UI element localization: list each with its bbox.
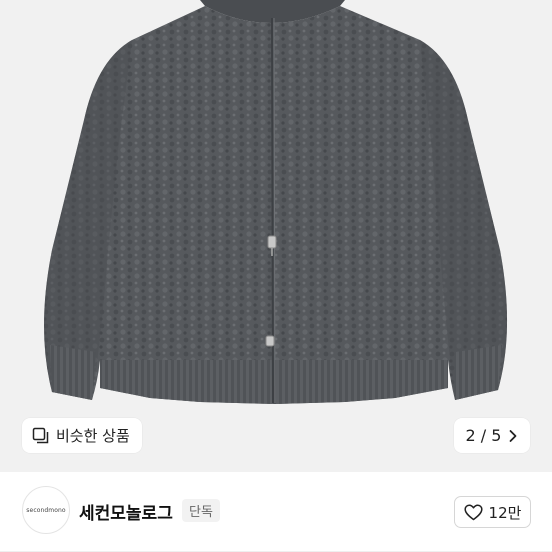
similar-items-button[interactable]: 비슷한 상품 — [22, 418, 142, 453]
like-count: 12만 — [488, 503, 522, 522]
product-photo — [44, 0, 508, 404]
like-button[interactable]: 12만 — [454, 496, 531, 528]
image-pager[interactable]: 2 / 5 — [454, 418, 530, 453]
similar-items-label: 비슷한 상품 — [56, 427, 130, 445]
pager-text: 2 / 5 — [465, 426, 502, 445]
chevron-right-icon — [510, 429, 517, 442]
exclusive-badge: 단독 — [182, 499, 220, 522]
product-image-gallery[interactable]: 비슷한 상품 2 / 5 — [0, 0, 552, 472]
similar-items-icon — [32, 427, 49, 443]
seller-avatar-logo: secondmono — [26, 506, 66, 514]
product-detail-screen: 비슷한 상품 2 / 5 secondmono 세컨모놀로그 단독 12만 — [0, 0, 552, 552]
heart-icon — [463, 503, 483, 520]
seller-name[interactable]: 세컨모놀로그 — [79, 499, 173, 524]
seller-avatar[interactable]: secondmono — [22, 486, 70, 534]
seller-info-row[interactable]: secondmono 세컨모놀로그 단독 12만 — [0, 472, 552, 552]
